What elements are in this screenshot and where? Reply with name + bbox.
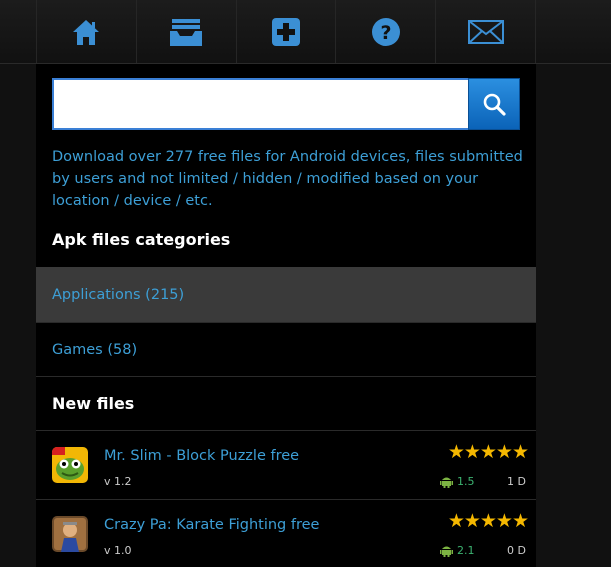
search-form — [52, 78, 520, 130]
file-downloads: 0 D — [507, 544, 526, 557]
intro-description: Download over 277 free files for Android… — [52, 149, 523, 209]
file-name[interactable]: Crazy Pa: Karate Fighting free — [104, 517, 319, 533]
category-games[interactable]: Games (58) — [36, 322, 536, 377]
category-applications[interactable]: Applications (215) — [36, 267, 536, 322]
app-icon-mr-slim — [52, 447, 88, 483]
search-icon — [483, 93, 506, 116]
file-name[interactable]: Mr. Slim - Block Puzzle free — [104, 448, 299, 464]
categories-heading: Apk files categories — [52, 230, 231, 249]
android-icon — [440, 546, 453, 557]
main-content: Download over 277 free files for Android… — [36, 64, 536, 567]
app-icon-crazy-pa — [52, 516, 88, 552]
inbox-icon — [170, 18, 203, 46]
file-row[interactable]: Mr. Slim - Block Puzzle free v 1.2 ★★★★★… — [36, 430, 536, 499]
rating-stars: ★★★★★ — [447, 441, 529, 463]
search-button[interactable] — [468, 78, 520, 130]
svg-text:?: ? — [380, 22, 391, 44]
search-input[interactable] — [52, 78, 468, 130]
help-icon: ? — [371, 17, 400, 46]
file-rating: 1.5 — [457, 475, 475, 488]
nav-help-button[interactable]: ? — [335, 0, 435, 63]
home-icon — [73, 19, 100, 45]
nav-add-button[interactable] — [235, 0, 336, 63]
nav-mail-button[interactable] — [435, 0, 536, 63]
nav-menu: ? — [36, 0, 536, 63]
plus-icon — [271, 17, 300, 46]
android-icon — [440, 477, 453, 488]
nav-inbox-button[interactable] — [135, 0, 236, 63]
top-navigation-bar: ? — [0, 0, 611, 64]
rating-stars: ★★★★★ — [447, 510, 529, 532]
file-version: v 1.0 — [104, 544, 132, 557]
file-row[interactable]: Crazy Pa: Karate Fighting free v 1.0 ★★★… — [36, 499, 536, 567]
file-downloads: 1 D — [507, 475, 526, 488]
mail-icon — [467, 19, 504, 44]
file-rating: 2.1 — [457, 544, 475, 557]
new-files-heading: New files — [52, 394, 135, 413]
file-version: v 1.2 — [104, 475, 132, 488]
nav-home-button[interactable] — [36, 0, 136, 63]
